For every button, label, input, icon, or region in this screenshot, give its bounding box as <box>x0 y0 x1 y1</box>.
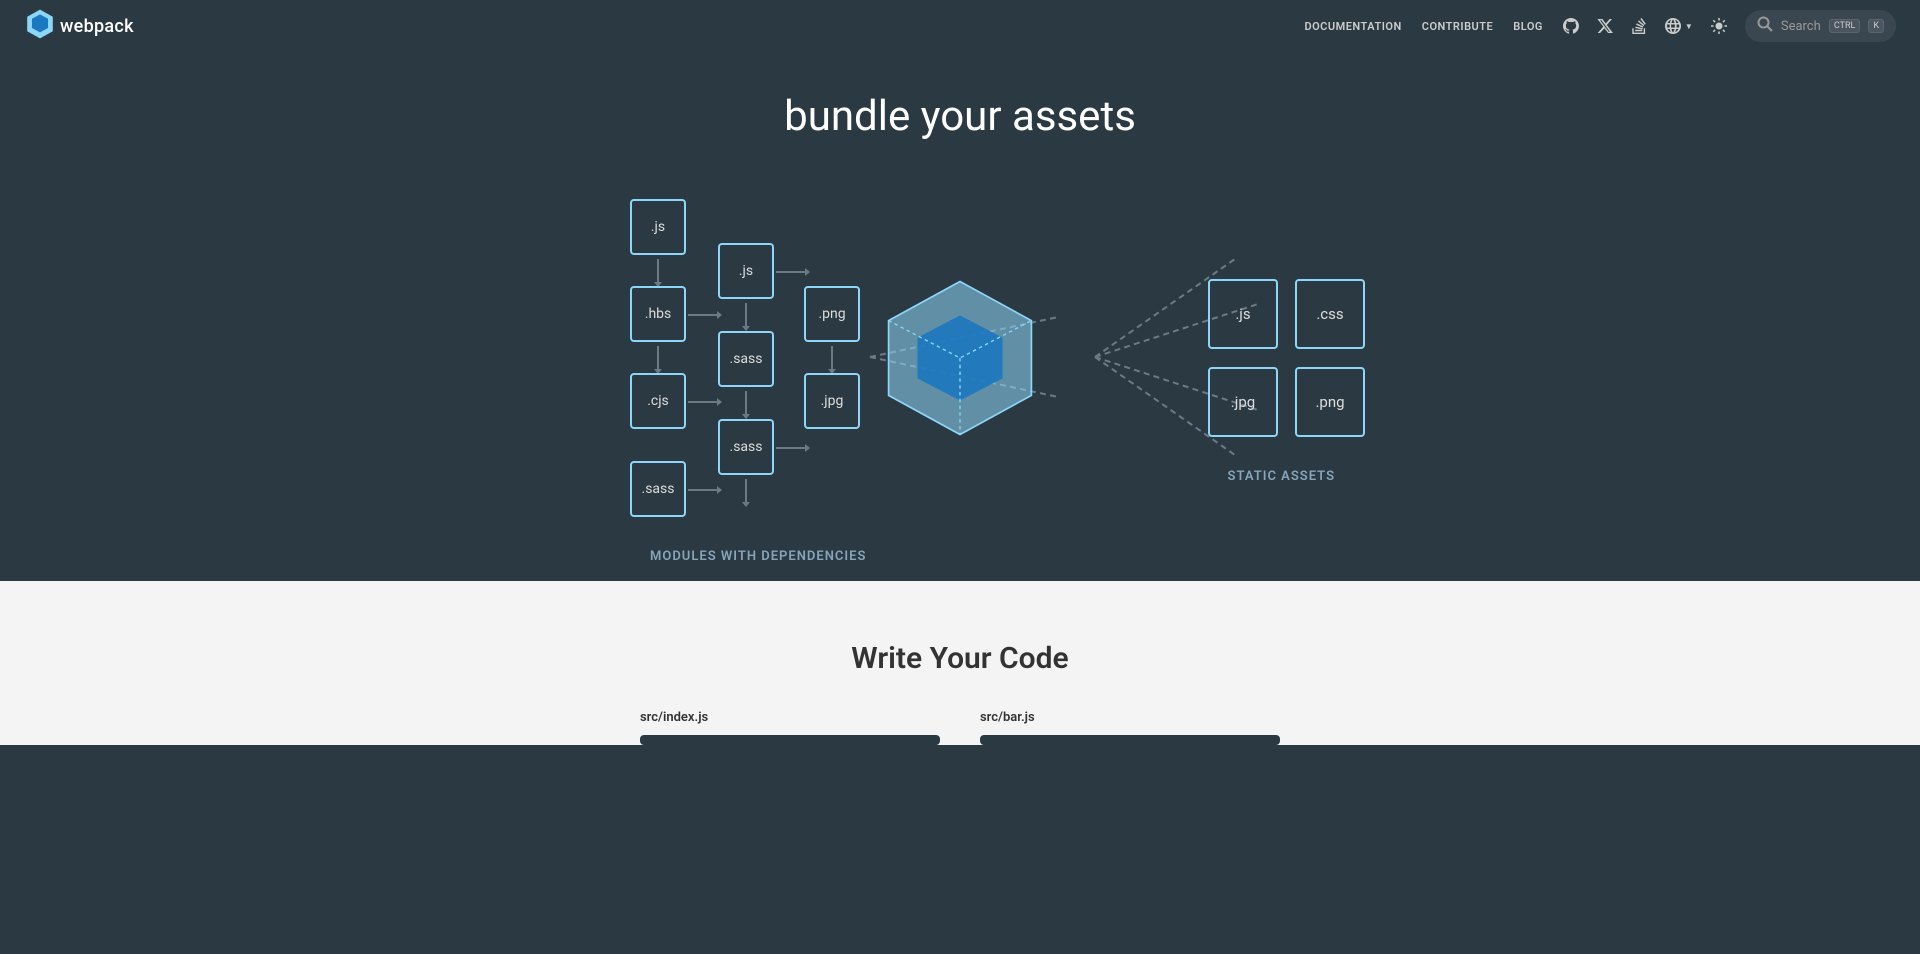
module-box-png: .png <box>804 286 860 342</box>
webpack-cube-icon <box>875 273 1045 443</box>
logo-text: webpack <box>60 16 134 37</box>
module-box-js: .js <box>718 243 774 299</box>
code-filename: src/bar.js <box>980 710 1280 725</box>
language-selector[interactable]: ▼ <box>1665 18 1693 34</box>
dependency-arrow <box>776 271 806 273</box>
main-nav: DOCUMENTATION CONTRIBUTE BLOG <box>1304 20 1542 33</box>
header-left: webpack <box>24 8 134 44</box>
site-header: webpack DOCUMENTATION CONTRIBUTE BLOG ▼ <box>0 0 1920 52</box>
code-box <box>640 735 940 745</box>
theme-toggle-icon[interactable] <box>1711 18 1727 34</box>
write-title: Write Your Code <box>0 641 1920 676</box>
hero-title: bundle your assets <box>0 92 1920 141</box>
header-right: DOCUMENTATION CONTRIBUTE BLOG ▼ <box>1304 10 1896 42</box>
hero-word-1: bundle <box>784 92 910 141</box>
search-button[interactable]: Search CTRL K <box>1745 10 1896 42</box>
dependency-arrow <box>745 391 747 415</box>
code-block-bar: src/bar.js <box>980 710 1280 745</box>
output-box-css: .css <box>1295 279 1365 349</box>
diagram-label-modules: MODULES WITH DEPENDENCIES <box>650 549 866 564</box>
module-box-sass: .sass <box>630 461 686 517</box>
dependency-arrow <box>657 346 659 370</box>
kbd-k: K <box>1868 19 1884 33</box>
search-placeholder: Search <box>1781 19 1821 34</box>
dependency-arrow <box>688 314 718 316</box>
module-box-cjs: .cjs <box>630 373 686 429</box>
dependency-arrow <box>688 489 718 491</box>
module-box-sass: .sass <box>718 331 774 387</box>
stackoverflow-icon[interactable] <box>1631 18 1647 34</box>
write-your-code-section: Write Your Code src/index.js src/bar.js <box>0 581 1920 745</box>
module-box-jpg: .jpg <box>804 373 860 429</box>
github-icon[interactable] <box>1563 18 1579 34</box>
code-box <box>980 735 1280 745</box>
nav-documentation[interactable]: DOCUMENTATION <box>1304 20 1401 33</box>
output-box-js: .js <box>1208 279 1278 349</box>
logo-link[interactable]: webpack <box>24 8 134 44</box>
header-icons: ▼ Search CTRL K <box>1563 10 1896 42</box>
dependency-arrow <box>776 447 806 449</box>
module-box-sass: .sass <box>718 419 774 475</box>
chevron-down-icon: ▼ <box>1685 22 1693 31</box>
output-box-png: .png <box>1295 367 1365 437</box>
code-grid: src/index.js src/bar.js <box>340 710 1580 745</box>
bundle-diagram: .js .js .png .hbs .sass .cjs .jpg .sass … <box>340 151 1580 581</box>
nav-blog[interactable]: BLOG <box>1513 20 1543 33</box>
dependency-arrow <box>745 479 747 503</box>
module-box-hbs: .hbs <box>630 286 686 342</box>
diagram-label-static: STATIC ASSETS <box>1228 469 1335 484</box>
dependency-arrow <box>657 259 659 283</box>
dependency-arrow <box>745 303 747 327</box>
x-twitter-icon[interactable] <box>1597 18 1613 34</box>
language-icon <box>1665 18 1681 34</box>
hero: bundle your assets <box>0 52 1920 151</box>
kbd-ctrl: CTRL <box>1829 19 1861 33</box>
logo-cube-icon <box>24 8 56 44</box>
dependency-arrow <box>831 346 833 370</box>
code-filename: src/index.js <box>640 710 940 725</box>
search-icon <box>1757 16 1773 36</box>
module-box-js: .js <box>630 199 686 255</box>
hero-word-3: assets <box>1012 92 1136 141</box>
nav-contribute[interactable]: CONTRIBUTE <box>1422 20 1494 33</box>
hero-word-2: your <box>921 92 1002 141</box>
dependency-arrow <box>688 401 718 403</box>
output-box-jpg: .jpg <box>1208 367 1278 437</box>
code-block-index: src/index.js <box>640 710 940 745</box>
